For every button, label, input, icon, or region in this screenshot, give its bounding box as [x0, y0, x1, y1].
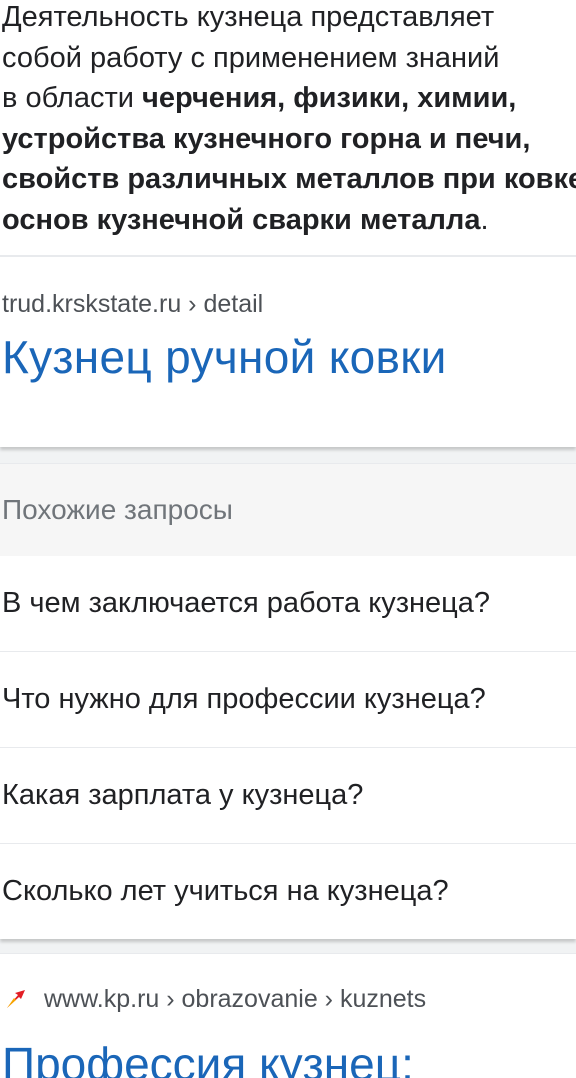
featured-snippet: Деятельность кузнеца представляет собой …	[0, 0, 576, 257]
snippet-bold-text: основ кузнечной сварки металла	[2, 203, 481, 236]
snippet-text: Деятельность кузнеца представляет собой …	[2, 0, 576, 240]
snippet-bold-text: черчения, физики, химии,	[142, 82, 517, 114]
result-source-url[interactable]: www.kp.ru › obrazovanie › kuznets	[44, 985, 426, 1014]
result-title-link[interactable]: Кузнец ручной ковки	[0, 329, 576, 385]
snippet-bold-text: свойств различных металлов при ковке,	[2, 163, 576, 195]
snippet-bold-text: устройства кузнечного горна и печи,	[2, 122, 531, 155]
result-card[interactable]: www.kp.ru › obrazovanie › kuznets Профес…	[0, 953, 576, 1078]
result-card[interactable]: trud.krskstate.ru › detail Кузнец ручной…	[0, 287, 576, 447]
snippet-line: .	[480, 203, 489, 236]
snippet-line: Деятельность кузнеца представляет	[2, 1, 495, 33]
search-results-page: Деятельность кузнеца представляет собой …	[0, 0, 576, 1078]
snippet-line: в области	[2, 82, 142, 114]
related-search-item[interactable]: Что нужно для профессии кузнеца?	[0, 652, 576, 748]
related-search-item[interactable]: В чем заключается работа кузнеца?	[0, 556, 576, 652]
result-source-url[interactable]: trud.krskstate.ru › detail	[0, 287, 576, 321]
related-search-item[interactable]: Сколько лет учиться на кузнеца?	[0, 844, 576, 939]
result-source-row[interactable]: www.kp.ru › obrazovanie › kuznets	[0, 954, 576, 1044]
card-divider	[0, 447, 576, 463]
result-title-link[interactable]: Профессия кузнец:	[0, 1038, 576, 1078]
related-search-item[interactable]: Какая зарплата у кузнеца?	[0, 748, 576, 844]
kp-favicon-icon	[4, 987, 28, 1011]
related-searches-header: Похожие запросы	[0, 463, 576, 556]
snippet-line: собой работу с применением знаний	[2, 41, 500, 74]
card-divider	[0, 939, 576, 953]
related-searches-card: Похожие запросы В чем заключается работа…	[0, 463, 576, 939]
